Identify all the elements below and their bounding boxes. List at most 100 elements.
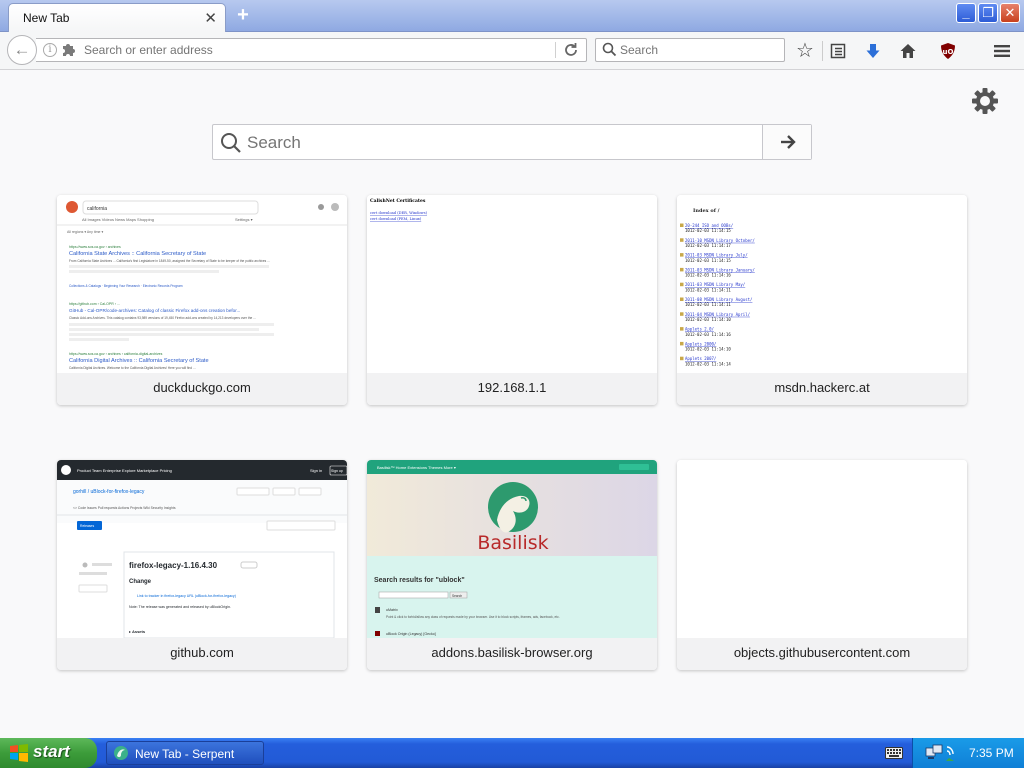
msdn-entry-date: 1012-02-03 11:14:11	[685, 302, 731, 307]
tab-close-icon[interactable]: ✕	[204, 9, 217, 27]
search-submit-button[interactable]	[762, 125, 811, 159]
msdn-entry-date: 1012-02-03 11:14:14	[685, 361, 731, 366]
start-label: start	[33, 742, 70, 761]
tile-title: duckduckgo.com	[57, 373, 347, 405]
bookmark-star-icon[interactable]: ☆	[793, 39, 817, 63]
ddg-result1-links: Collections & Catalogs · Beginning Your …	[69, 284, 183, 288]
taskbar: start New Tab - Serpent 7:35 PM	[0, 738, 1024, 768]
tile-thumbnail-github: Product Team Enterprise Explore Marketpl…	[57, 460, 347, 638]
tile-title: objects.githubusercontent.com	[677, 638, 967, 670]
serpent-browser-icon	[114, 746, 128, 760]
tile-thumbnail-duckduckgo: california All Images Videos News Maps S…	[57, 195, 347, 373]
ublock-origin-icon[interactable]: uO	[936, 39, 960, 63]
new-tab-button[interactable]: +	[232, 4, 254, 26]
folder-icon	[680, 267, 684, 272]
folder-icon	[680, 282, 684, 287]
ddg-result1-title: California State Archives :: California …	[69, 251, 206, 257]
home-icon[interactable]	[896, 39, 920, 63]
tile-thumbnail-blank	[677, 460, 967, 638]
folder-icon	[680, 297, 684, 301]
search-bar[interactable]	[595, 38, 785, 62]
arrow-right-icon	[781, 135, 796, 149]
minimize-button[interactable]: _	[956, 3, 976, 23]
system-tray: 7:35 PM	[912, 738, 1024, 768]
back-button[interactable]: ←	[7, 35, 37, 65]
keyboard-icon[interactable]	[885, 747, 903, 759]
basilisk-item1: uMatrix	[386, 608, 398, 612]
taskbar-window-button[interactable]: New Tab - Serpent	[106, 741, 264, 765]
top-site-tile-msdn[interactable]: Index of / 20-244 ISO and OOBs/1012-02-0…	[677, 195, 967, 405]
github-repo-tabs: <> Code Issues Pull requests Actions Pro…	[73, 506, 176, 510]
svg-text:uO: uO	[943, 48, 954, 56]
taskbar-window-label: New Tab - Serpent	[135, 747, 235, 761]
url-bar[interactable]: i	[36, 38, 587, 62]
reload-icon[interactable]	[562, 41, 580, 59]
github-note: Note: The release was generated and rele…	[129, 605, 231, 609]
start-button[interactable]: start	[0, 738, 97, 768]
tile-thumbnail-basilisk: Basilisk™ Home Extensions Themes More ▾ …	[367, 460, 657, 638]
ddg-result3-snippet: California Digital Archives. Welcome to …	[69, 366, 196, 370]
tile-title: 192.168.1.1	[367, 373, 657, 405]
windows-logo-icon	[10, 744, 28, 762]
folder-icon	[680, 341, 684, 346]
basilisk-item2: uBlock Origin (Legacy) [Gecko]	[386, 632, 436, 636]
msdn-entry-date: 1012-02-03 11:14:11	[685, 287, 731, 292]
downloads-icon[interactable]	[861, 39, 885, 63]
basilisk-results-heading: Search results for "ublock"	[374, 577, 465, 584]
search-icon	[602, 42, 617, 57]
top-site-tile-github[interactable]: Product Team Enterprise Explore Marketpl…	[57, 460, 347, 670]
folder-icon	[680, 312, 684, 316]
msdn-entry-date: 1012-02-03 11:14:17	[685, 243, 731, 248]
navigation-toolbar: i ← ☆	[0, 32, 1024, 70]
msdn-entry-date: 1012-02-03 11:14:15	[685, 258, 731, 263]
basilisk-item1-desc: Point & click to forbid/allow any class …	[386, 615, 560, 619]
hamburger-menu-icon[interactable]	[990, 39, 1014, 63]
router-link-1: cert download (DER, Windows)	[370, 211, 428, 215]
basilisk-nav: Basilisk™ Home Extensions Themes More ▾	[377, 465, 456, 470]
ddg-result1-url: https://www.sos.ca.gov › archives	[69, 245, 121, 249]
url-input[interactable]	[84, 43, 554, 57]
ddg-result3-title: California Digital Archives :: Californi…	[69, 358, 209, 364]
tab-new-tab[interactable]: New Tab ✕	[8, 3, 226, 32]
github-bullet: Link to tracker in firefox-legacy URL (u…	[137, 594, 236, 598]
network-icon[interactable]	[925, 744, 959, 762]
folder-icon	[680, 327, 684, 331]
newtab-search-input[interactable]	[247, 133, 757, 153]
msdn-entry-date: 1012-02-03 11:14:10	[685, 317, 731, 322]
back-arrow-icon: ←	[13, 40, 31, 59]
router-link-2: cert download (PEM, Linux)	[370, 217, 422, 221]
url-bar-divider	[555, 42, 556, 58]
folder-icon	[680, 223, 684, 227]
ddg-tabs: All Images Videos News Maps Shopping	[82, 217, 154, 222]
search-input[interactable]	[620, 43, 780, 57]
close-window-button[interactable]: ✕	[1000, 3, 1020, 23]
github-changes: Change	[129, 579, 152, 585]
top-site-tile-router[interactable]: CalishNet Certificates cert download (DE…	[367, 195, 657, 405]
basilisk-search-button: Search	[452, 594, 462, 598]
maximize-button[interactable]: ❐	[978, 3, 998, 23]
ddg-settings: Settings ▾	[235, 217, 253, 222]
top-site-tile-basilisk[interactable]: Basilisk™ Home Extensions Themes More ▾ …	[367, 460, 657, 670]
msdn-heading: Index of /	[693, 208, 720, 214]
github-repo: gorhill / uBlock-for-firefox-legacy	[73, 489, 145, 495]
ddg-result2-url: https://github.com › Cal-OPR › ...	[69, 302, 120, 306]
ddg-result3-url: https://www.sos.ca.gov › archives › cali…	[69, 352, 163, 356]
ddg-result1-snippet: From California State Archives ... Calif…	[69, 259, 270, 263]
github-assets: ▸ Assets	[129, 629, 146, 634]
newtab-search-box[interactable]	[212, 124, 812, 160]
ddg-result2-title: GitHub - Cal-OPR/code-archives: Catalog …	[69, 308, 240, 313]
ddg-result2-snippet: Classic Add-ons Archives. This catalog c…	[69, 316, 256, 320]
msdn-entry-date: 1012-02-03 11:14:16	[685, 332, 731, 337]
github-nav: Product Team Enterprise Explore Marketpl…	[77, 468, 172, 473]
clock: 7:35 PM	[969, 746, 1014, 760]
tile-title: msdn.hackerc.at	[677, 373, 967, 405]
top-site-tile-duckduckgo[interactable]: california All Images Videos News Maps S…	[57, 195, 347, 405]
tile-thumbnail-router: CalishNet Certificates cert download (DE…	[367, 195, 657, 373]
top-site-tile-githubusercontent[interactable]: objects.githubusercontent.com	[677, 460, 967, 670]
gear-icon[interactable]	[970, 86, 1000, 116]
info-icon[interactable]: i	[43, 43, 57, 57]
msdn-entry-date: 1012-02-03 11:14:15	[685, 228, 731, 233]
github-release-button: Releases	[80, 524, 94, 528]
bookmarks-list-icon[interactable]	[826, 39, 850, 63]
folder-icon	[680, 356, 684, 361]
